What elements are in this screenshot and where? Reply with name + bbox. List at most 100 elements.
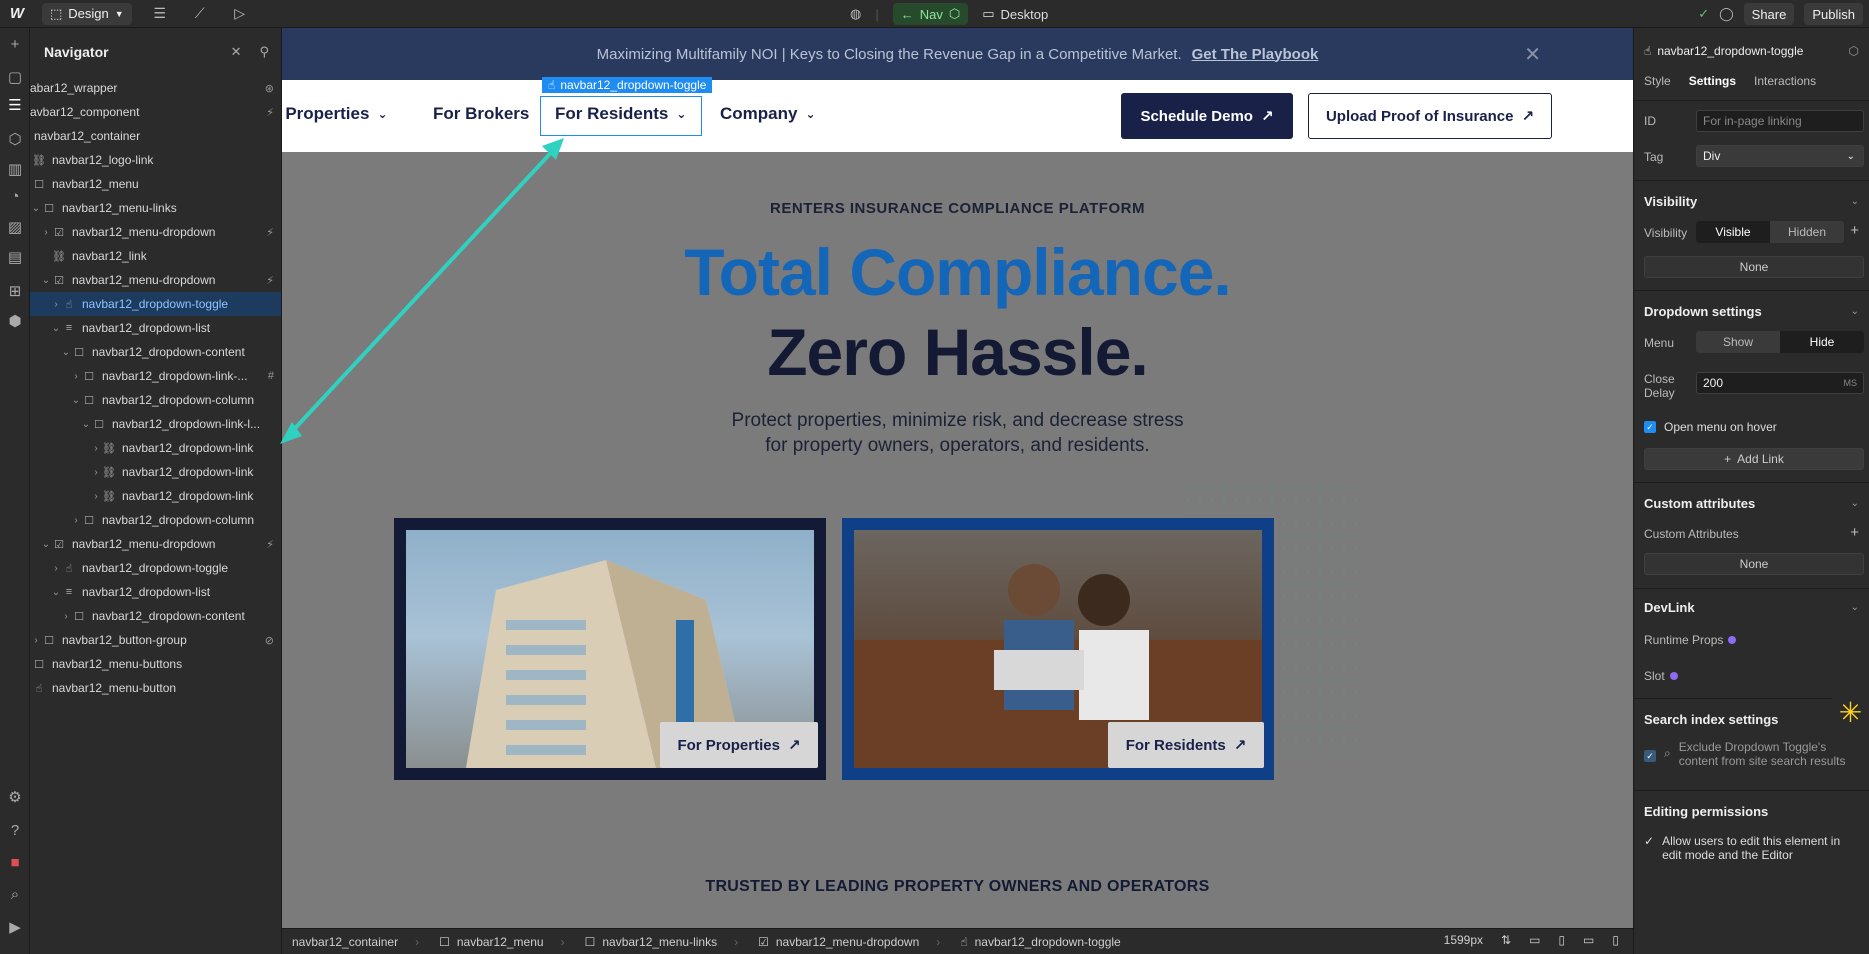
tree-item[interactable]: ⌄ ☐ navbar12_dropdown-link-l... [30, 412, 281, 436]
playbook-link[interactable]: Get The Playbook [1192, 46, 1319, 63]
chevron-down-icon[interactable]: ⌄ [50, 323, 62, 334]
for-properties-button[interactable]: For Properties ↗ [660, 722, 818, 768]
chevron-down-icon[interactable]: ⌄ [30, 203, 42, 214]
chevron-right-icon[interactable]: › [70, 515, 82, 526]
tree-item[interactable]: › ☝ navbar12_dropdown-toggle [30, 556, 281, 580]
tree-item[interactable]: ⌄ ☑ navbar12_menu-dropdown ⚡ [30, 532, 281, 556]
desktop-preview-icon[interactable]: ▭ [1529, 933, 1540, 947]
for-residents-button[interactable]: For Residents ↗ [1108, 722, 1264, 768]
close-icon[interactable]: ✕ [1524, 42, 1541, 67]
globe-icon[interactable]: ◍ [850, 6, 861, 22]
tree-item[interactable]: ⛓ navbar12_logo-link [30, 148, 281, 172]
devlink-section-title[interactable]: DevLink [1644, 600, 1695, 615]
hidden-option[interactable]: Hidden [1770, 221, 1844, 243]
chevron-down-icon[interactable]: ⌄ [1851, 306, 1859, 317]
allow-editing-checkbox[interactable]: ✓ Allow users to edit this element in ed… [1644, 834, 1854, 862]
ai-assistant-icon[interactable]: ✳ [1832, 690, 1869, 734]
hide-option[interactable]: Hide [1780, 331, 1864, 353]
chevron-down-icon[interactable]: ⌄ [70, 395, 82, 406]
tree-item[interactable]: ⌄ ≡ navbar12_dropdown-list [30, 580, 281, 604]
tree-item[interactable]: › ⛓ navbar12_dropdown-link [30, 484, 281, 508]
comment-icon[interactable]: ◯ [1719, 6, 1734, 22]
tree-item[interactable]: ⛓ navbar12_link [30, 244, 281, 268]
tree-item[interactable]: › ☐ navbar12_dropdown-content [30, 604, 281, 628]
chevron-right-icon[interactable]: › [70, 371, 82, 382]
add-condition-icon[interactable]: + [1850, 222, 1859, 239]
chevron-right-icon[interactable]: › [50, 563, 62, 574]
tree-item[interactable]: ☐ navbar12_menu-buttons [30, 652, 281, 676]
add-icon[interactable]: + [0, 36, 30, 53]
menu-company[interactable]: Company ⌄ [720, 104, 816, 124]
tab-style[interactable]: Style [1644, 74, 1671, 88]
mode-switcher[interactable]: ⬚ Design ▼ [42, 2, 132, 25]
tree-item[interactable]: › ☑ navbar12_menu-dropdown ⚡ [30, 220, 281, 244]
tree-item[interactable]: abar12_wrapper ⊛ [30, 76, 281, 100]
chevron-down-icon[interactable]: ⌄ [50, 587, 62, 598]
breadcrumb-item[interactable]: navbar12_container › [282, 935, 429, 949]
tree-item[interactable]: › ⛓ navbar12_dropdown-link [30, 436, 281, 460]
pin-icon[interactable]: ⚲ [259, 44, 269, 60]
publish-button[interactable]: Publish [1804, 3, 1863, 25]
chevron-down-icon[interactable]: ⌄ [1851, 498, 1859, 509]
breadcrumb-item[interactable]: ☐ navbar12_menu-links › [575, 935, 749, 949]
tree-item[interactable]: › ☐ navbar12_button-group ⊘ [30, 628, 281, 652]
component-icon[interactable]: ⬡ [1849, 44, 1859, 58]
tag-select[interactable]: Div ⌄ [1696, 145, 1864, 167]
custom-attributes-list[interactable]: None [1644, 553, 1864, 575]
chevron-right-icon[interactable]: › [60, 611, 72, 622]
tree-item[interactable]: ⌄ ☐ navbar12_dropdown-column [30, 388, 281, 412]
visibility-toggle[interactable]: Visible Hidden [1696, 221, 1844, 243]
tree-item[interactable]: ⌄ ☑ navbar12_menu-dropdown ⚡ [30, 268, 281, 292]
play-icon[interactable]: ▷ [220, 5, 260, 22]
menu-for-properties[interactable]: r Properties ⌄ [282, 104, 388, 124]
chevron-right-icon[interactable]: › [90, 491, 102, 502]
open-on-hover-checkbox[interactable]: ✓ Open menu on hover [1644, 420, 1777, 434]
video-icon[interactable]: ▶ [0, 918, 30, 936]
share-button[interactable]: Share [1743, 3, 1795, 25]
schedule-demo-button[interactable]: Schedule Demo ↗ [1121, 93, 1293, 139]
bind-dot-icon[interactable] [1728, 636, 1737, 644]
chevron-down-icon[interactable]: ⌄ [40, 539, 52, 550]
record-icon[interactable]: ■ [0, 854, 30, 871]
landscape-preview-icon[interactable]: ▭ [1583, 933, 1594, 947]
library-icon[interactable]: ⬢ [0, 312, 30, 330]
bind-dot-icon[interactable] [1669, 672, 1678, 680]
close-delay-input[interactable]: 200 MS [1696, 372, 1864, 394]
analytics-icon[interactable]: ⟋ [180, 5, 220, 22]
tab-settings[interactable]: Settings [1689, 74, 1736, 88]
search-index-section-title[interactable]: Search index settings [1644, 712, 1778, 727]
custom-attributes-section-title[interactable]: Custom attributes [1644, 496, 1755, 511]
dropdown-section-title[interactable]: Dropdown settings [1644, 304, 1762, 319]
assets-icon[interactable]: ▨ [0, 218, 30, 236]
design-canvas[interactable]: Maximizing Multifamily NOI | Keys to Clo… [282, 28, 1633, 928]
breadcrumb-item[interactable]: ☐ navbar12_menu › [429, 935, 575, 949]
breakpoint-selector[interactable]: ▭ Desktop [982, 6, 1048, 22]
tree-item[interactable]: ☐ navbar12_menu [30, 172, 281, 196]
chevron-down-icon[interactable]: ⌄ [40, 275, 52, 286]
tree-item-selected[interactable]: › ☝ navbar12_dropdown-toggle [30, 292, 281, 316]
id-input[interactable]: For in-page linking [1696, 110, 1864, 132]
settings-icon[interactable]: ⚙ [0, 788, 30, 806]
search-icon[interactable]: ⌕ [0, 886, 30, 903]
visible-option[interactable]: Visible [1696, 221, 1770, 243]
chevron-right-icon[interactable]: › [90, 443, 102, 454]
breadcrumb-item[interactable]: ☑ navbar12_menu-dropdown › [748, 935, 950, 949]
card-residents[interactable]: For Residents ↗ [842, 518, 1274, 780]
pages-icon[interactable]: ▢ [0, 68, 30, 86]
webflow-logo[interactable]: W [0, 0, 34, 28]
chevron-right-icon[interactable]: › [50, 299, 62, 310]
tree-item[interactable]: › ☐ navbar12_dropdown-column [30, 508, 281, 532]
chevron-down-icon[interactable]: ⌄ [80, 419, 92, 430]
styles-icon[interactable]: ◔ [0, 188, 30, 205]
breadcrumb-item[interactable]: ☝ navbar12_dropdown-toggle [950, 935, 1130, 949]
card-properties[interactable]: For Properties ↗ [394, 518, 826, 780]
navigator-icon[interactable]: ☰ [0, 96, 30, 114]
editing-permissions-section-title[interactable]: Editing permissions [1644, 804, 1768, 819]
tablet-preview-icon[interactable]: ▯ [1558, 933, 1565, 947]
component-nav-chip[interactable]: ← Nav ⬡ [892, 3, 969, 25]
add-link-button[interactable]: + Add Link [1644, 448, 1864, 470]
cms-icon[interactable]: ▤ [0, 248, 30, 266]
database-icon[interactable]: ☰ [140, 5, 180, 22]
chevron-down-icon[interactable]: ⌄ [1851, 196, 1859, 207]
resize-icon[interactable]: ⇅ [1501, 933, 1511, 947]
